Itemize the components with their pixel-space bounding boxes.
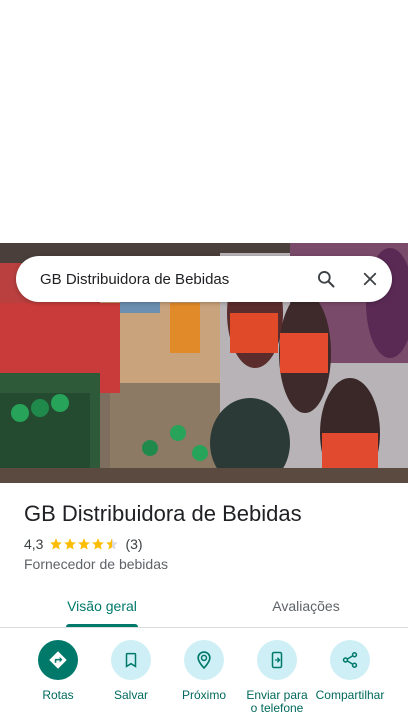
place-tabs: Visão geral Avaliações: [0, 584, 408, 628]
directions-button[interactable]: Rotas: [18, 640, 98, 702]
search-input[interactable]: GB Distribuidora de Bebidas: [40, 271, 304, 288]
rating-row[interactable]: 4,3 (3): [24, 536, 143, 552]
send-to-phone-icon: [257, 640, 297, 680]
review-count[interactable]: (3): [125, 536, 142, 552]
star-icon: [78, 538, 91, 550]
map-area[interactable]: [0, 0, 408, 243]
search-bar[interactable]: GB Distribuidora de Bebidas: [16, 256, 392, 302]
share-icon: [330, 640, 370, 680]
nearby-icon: [184, 640, 224, 680]
directions-icon: [38, 640, 78, 680]
place-screen: GB Distribuidora de Bebidas GB Distribui…: [0, 0, 408, 726]
nearby-button[interactable]: Próximo: [164, 640, 244, 702]
action-bar: Rotas Salvar Próximo Enviar para o telef…: [0, 640, 408, 726]
save-button[interactable]: Salvar: [91, 640, 171, 702]
star-icon: [50, 538, 63, 550]
search-icon[interactable]: [304, 256, 348, 302]
half-star-icon: [106, 538, 119, 550]
tab-reviews[interactable]: Avaliações: [204, 584, 408, 627]
tab-overview[interactable]: Visão geral: [0, 584, 204, 627]
share-button[interactable]: Compartilhar: [310, 640, 390, 719]
share-label: Compartilhar: [315, 689, 385, 702]
save-label: Salvar: [113, 688, 148, 702]
rating-stars: [49, 537, 119, 551]
bookmark-icon: [111, 640, 151, 680]
place-category: Fornecedor de bebidas: [24, 556, 168, 572]
nearby-label: Próximo: [181, 688, 226, 702]
star-icon: [64, 538, 77, 550]
close-icon[interactable]: [348, 256, 392, 302]
star-icon: [92, 538, 105, 550]
rating-value: 4,3: [24, 536, 44, 552]
directions-label: Rotas: [42, 688, 74, 702]
place-title: GB Distribuidora de Bebidas: [24, 501, 302, 526]
send-to-phone-button[interactable]: Enviar para o telefone: [237, 640, 317, 719]
send-to-phone-label: Enviar para o telefone: [246, 689, 308, 715]
